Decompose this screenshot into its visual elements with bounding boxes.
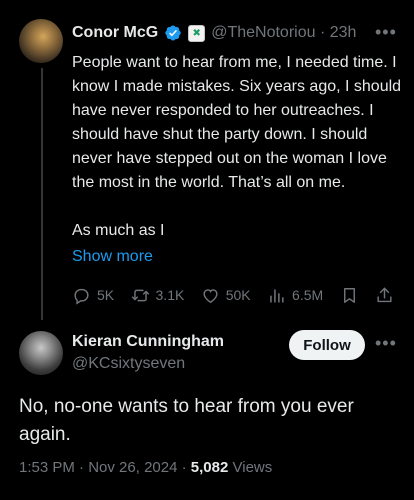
affiliate-badge-icon: ✖ [188, 24, 206, 42]
author-handle[interactable]: @TheNotoriou · 23h [211, 24, 356, 42]
reply-date[interactable]: Nov 26, 2024 [88, 459, 177, 476]
follow-button[interactable]: Follow [289, 330, 365, 360]
show-more-link[interactable]: Show more [72, 248, 153, 266]
reply-text: No, no-one wants to hear from you ever a… [19, 396, 354, 445]
like-count: 50K [225, 287, 251, 303]
reply-time[interactable]: 1:53 PM [19, 459, 75, 476]
avatar[interactable] [19, 331, 63, 375]
retweet-button[interactable]: 3.1K [131, 286, 185, 305]
reply-views-count: 5,082 [190, 459, 229, 476]
bookmark-button[interactable] [340, 286, 359, 305]
tweet-header: Conor McG ✖ @TheNotoriou · 23h [72, 22, 356, 44]
views-icon [270, 288, 284, 303]
share-icon [377, 287, 392, 302]
like-button[interactable]: 50K [201, 286, 251, 305]
reply-button[interactable]: 5K [72, 286, 114, 305]
share-button[interactable] [375, 286, 394, 305]
verified-badge-icon [165, 25, 181, 41]
reply-count: 5K [97, 287, 115, 303]
reply-icon [74, 288, 89, 305]
retweet-count: 3.1K [155, 287, 185, 303]
thread-connector-line [41, 68, 43, 320]
bookmark-icon [343, 287, 355, 303]
like-icon [203, 288, 218, 303]
tweet-actions: 5K 3.1K 50K 6.5M [72, 283, 394, 307]
views-count: 6.5M [292, 287, 324, 303]
more-dots-icon[interactable]: ••• [375, 22, 397, 43]
author-name[interactable]: Conor McG [72, 24, 158, 42]
reply-author-handle[interactable]: @KCsixtyseven [72, 355, 185, 373]
reply-meta: 1:53 PM · Nov 26, 2024 · 5,082 Views [19, 459, 273, 476]
more-dots-icon[interactable]: ••• [375, 333, 397, 354]
tweet-text: People want to hear from me, I needed ti… [72, 54, 402, 239]
reply-author-name[interactable]: Kieran Cunningham [72, 333, 224, 351]
retweet-icon [131, 289, 149, 301]
tweet-time: 23h [329, 24, 357, 41]
avatar[interactable] [19, 19, 63, 63]
reply-views-label: Views [232, 459, 273, 476]
views-button[interactable]: 6.5M [267, 286, 323, 305]
